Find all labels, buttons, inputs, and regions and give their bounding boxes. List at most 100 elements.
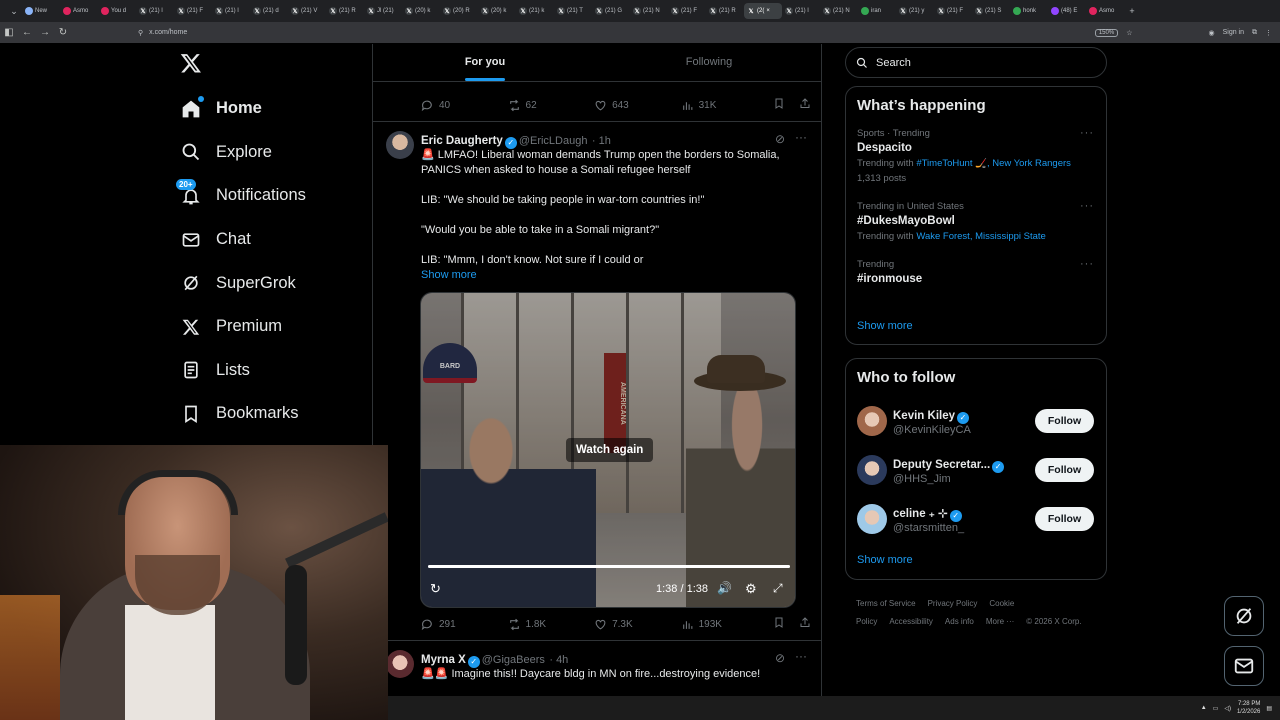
fullscreen-icon[interactable]: ⤢ — [773, 581, 783, 596]
browser-tab[interactable]: iran — [858, 3, 896, 19]
more-options-icon[interactable]: ··· — [795, 130, 807, 144]
replay-icon[interactable]: ↻ — [430, 581, 441, 597]
tab-search-icon[interactable]: ⌄ — [6, 6, 22, 17]
extensions-icon[interactable]: ⧉ — [1252, 29, 1257, 37]
nav-item-lists[interactable]: Lists — [170, 349, 370, 393]
watch-again-button[interactable]: Watch again — [566, 438, 654, 462]
suggestion-name[interactable]: celine ₊ ⊹ — [893, 508, 948, 520]
follow-suggestion[interactable]: celine ₊ ⊹ ✓ @starsmitten_ Follow — [846, 494, 1106, 543]
tray-chevron-icon[interactable]: ▲ — [1201, 705, 1207, 711]
tweet-myrna[interactable]: Myrna X ✓ @GigaBeers · 4h ⊘ ··· 🚨🚨 Imagine… — [373, 641, 821, 696]
author-handle[interactable]: @EricLDaugh — [519, 135, 588, 147]
nav-item-explore[interactable]: Explore — [170, 131, 370, 175]
zoom-indicator[interactable]: 150% — [1094, 28, 1119, 37]
show-more-link[interactable]: Show more — [421, 268, 806, 283]
follow-button[interactable]: Follow — [1035, 408, 1094, 433]
bookmark-icon[interactable] — [773, 97, 785, 113]
footer-link[interactable]: Terms of Service — [856, 599, 916, 608]
browser-tab[interactable]: (48) E — [1048, 3, 1086, 19]
browser-tab[interactable]: 𝕏 (20) R — [440, 3, 478, 19]
browser-tab[interactable]: 𝕏 (21) d — [250, 3, 288, 19]
browser-tab[interactable]: 𝕏 (21) k — [516, 3, 554, 19]
sign-in-button[interactable]: Sign in — [1223, 29, 1244, 36]
url-field[interactable]: ⚲ x.com/home — [132, 25, 1032, 40]
grok-fab[interactable] — [1224, 596, 1264, 636]
nav-item-premium[interactable]: Premium — [170, 305, 370, 349]
show-more-link[interactable]: Show more — [857, 320, 913, 332]
browser-tab[interactable]: 𝕏 (21) T — [554, 3, 592, 19]
network-icon[interactable]: ▭ — [1213, 705, 1219, 712]
volume-tray-icon[interactable]: ◁) — [1224, 705, 1231, 712]
search-input[interactable]: Search — [845, 47, 1107, 78]
grok-icon[interactable]: ⊘ — [775, 651, 785, 665]
tweet-video[interactable]: AMERICANA BARD Watch again ↻ 1:38 / 1:38… — [420, 292, 796, 608]
avatar[interactable] — [857, 405, 887, 436]
reply-button[interactable]: 40 — [421, 99, 508, 112]
new-tab-button[interactable]: + — [1124, 6, 1140, 16]
show-more-link[interactable]: Show more — [857, 554, 913, 566]
avatar[interactable] — [386, 131, 414, 159]
nav-item-bookmarks[interactable]: Bookmarks — [170, 392, 370, 436]
trend-context-links[interactable]: #TimeToHunt 🏒, New York Rangers — [916, 158, 1071, 169]
tab-for-you[interactable]: For you — [373, 44, 597, 81]
profile-icon[interactable]: ◉ — [1208, 29, 1214, 37]
follow-button[interactable]: Follow — [1035, 506, 1094, 531]
browser-tab[interactable]: 𝕏 (21) F — [174, 3, 212, 19]
browser-tab[interactable]: 𝕏 (21) N — [820, 3, 858, 19]
site-info-icon[interactable]: ⚲ — [138, 29, 143, 37]
more-options-icon[interactable]: ··· — [1080, 127, 1094, 139]
share-icon[interactable] — [799, 97, 811, 113]
browser-tab[interactable]: 𝕏 (2(× — [744, 3, 782, 19]
grok-icon[interactable]: ⊘ — [775, 132, 785, 146]
browser-tab[interactable]: 𝕏 (21) S — [972, 3, 1010, 19]
follow-suggestion[interactable]: Kevin Kiley ✓ @KevinKileyCA Follow — [846, 396, 1106, 445]
menu-icon[interactable]: ⋮ — [1265, 29, 1272, 37]
tweet-time[interactable]: · 1h — [592, 135, 611, 147]
follow-suggestion[interactable]: Deputy Secretar... ✓ @HHS_Jim Follow — [846, 445, 1106, 494]
share-icon[interactable] — [799, 616, 811, 632]
forward-button[interactable]: → — [36, 27, 54, 38]
footer-link[interactable]: More ··· — [986, 617, 1014, 626]
browser-tab[interactable]: Asmo — [60, 3, 98, 19]
more-options-icon[interactable]: ··· — [1080, 258, 1094, 270]
more-options-icon[interactable]: ··· — [1080, 200, 1094, 212]
browser-tab[interactable]: 𝕏 (21) l — [136, 3, 174, 19]
bookmark-icon[interactable] — [773, 616, 785, 632]
nav-item-home[interactable]: Home — [170, 87, 370, 131]
sidebar-toggle-icon[interactable]: ◧ — [0, 27, 18, 38]
video-progress-bar[interactable] — [428, 565, 790, 568]
browser-tab[interactable]: 𝕏 (21) R — [326, 3, 364, 19]
browser-tab[interactable]: 𝕏 (21) G — [592, 3, 630, 19]
tab-following[interactable]: Following — [597, 44, 821, 81]
follow-button[interactable]: Follow — [1035, 457, 1094, 482]
browser-tab[interactable]: 𝕏 (20) k — [478, 3, 516, 19]
author-name[interactable]: Myrna X — [421, 654, 466, 666]
settings-gear-icon[interactable]: ⚙ — [745, 581, 757, 597]
footer-link[interactable]: Ads info — [945, 617, 974, 626]
browser-tab[interactable]: 𝕏 (21) F — [668, 3, 706, 19]
reload-button[interactable]: ↻ — [54, 27, 72, 38]
suggestion-name[interactable]: Kevin Kiley — [893, 410, 955, 422]
more-options-icon[interactable]: ··· — [795, 649, 807, 663]
browser-tab[interactable]: 𝕏 Jl (21) — [364, 3, 402, 19]
footer-link[interactable]: © 2026 X Corp. — [1026, 617, 1081, 626]
browser-tab[interactable]: New — [22, 3, 60, 19]
trend-context-links[interactable]: Wake Forest, Mississippi State — [916, 231, 1046, 242]
x-logo-icon[interactable] — [180, 52, 202, 79]
tweet-time[interactable]: · 4h — [549, 654, 568, 666]
trend-item[interactable]: Trending #ironmouse ··· — [846, 258, 1106, 287]
browser-tab[interactable]: 𝕏 (21) l — [782, 3, 820, 19]
avatar[interactable] — [857, 454, 887, 485]
browser-tab[interactable]: 𝕏 (20) k — [402, 3, 440, 19]
volume-icon[interactable]: 🔊 — [717, 581, 732, 595]
back-button[interactable]: ← — [18, 27, 36, 38]
views-button[interactable]: 193K — [681, 618, 773, 631]
avatar[interactable] — [857, 503, 887, 534]
nav-item-notifications[interactable]: 20+ Notifications — [170, 174, 370, 218]
suggestion-name[interactable]: Deputy Secretar... — [893, 459, 990, 471]
repost-button[interactable]: 1.8K — [508, 618, 595, 631]
tweet-eric[interactable]: Eric Daugherty ✓ @EricLDaugh · 1h ⊘ ··· 🚨 … — [373, 122, 821, 640]
browser-tab[interactable]: 𝕏 (21) F — [934, 3, 972, 19]
trend-item[interactable]: Sports · Trending Despacito Trending with … — [846, 127, 1106, 186]
close-tab-icon[interactable]: × — [766, 8, 770, 14]
